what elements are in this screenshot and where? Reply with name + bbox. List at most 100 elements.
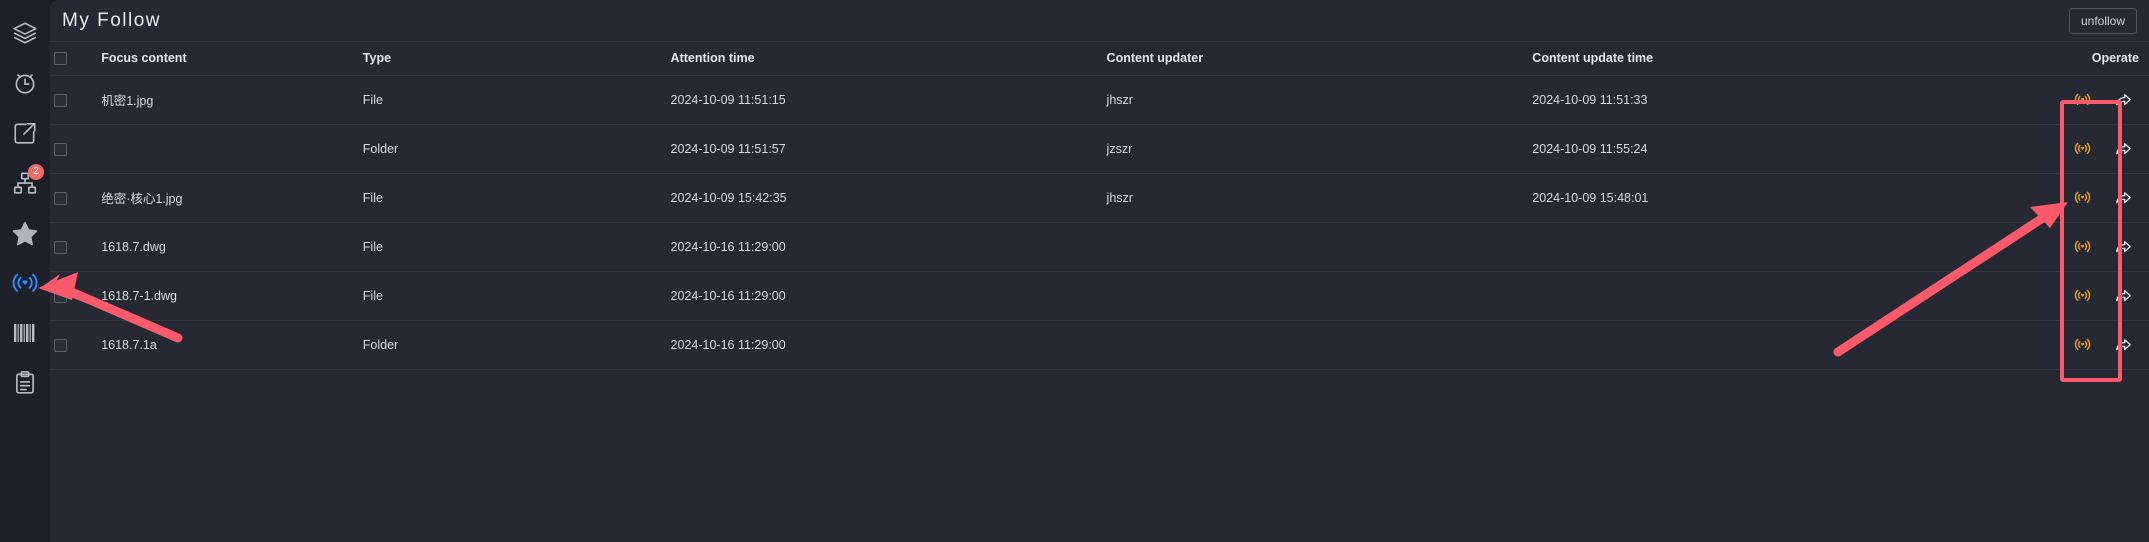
row-select-cell [50,173,98,223]
page-topbar: My Follow unfollow [50,0,2149,42]
row-share-icon[interactable] [2114,286,2133,305]
cell-attention-time: 2024-10-16 11:29:00 [666,222,1103,272]
cell-content-updater: jhszr [1102,173,1529,223]
follow-table-container: Focus content Type Attention time Conten… [50,42,2149,542]
sidebar-badge-count: 2 [28,164,44,180]
row-broadcast-icon[interactable] [2073,90,2092,109]
follow-table: Focus content Type Attention time Conten… [50,42,2149,370]
column-header-type[interactable]: Type [358,42,667,76]
row-share-icon[interactable] [2114,335,2133,354]
clipboard-icon [12,370,38,396]
table-body: 机密1.jpg File 2024-10-09 11:51:15 jhszr 2024-… [50,75,2149,370]
application-window: 2 My Follow unfollow Focus content Type … [0,0,2149,542]
cell-content-updater [1102,222,1529,272]
cell-type: File [358,222,667,272]
table-header-row: Focus content Type Attention time Conten… [50,42,2149,76]
row-select-cell [50,222,98,272]
cell-content-update-time: 2024-10-09 15:48:01 [1528,173,1996,223]
cell-content-update-time: 2024-10-09 11:51:33 [1528,75,1996,125]
cell-type: Folder [358,320,667,370]
cell-type: File [358,173,667,223]
cell-attention-time: 2024-10-09 11:51:15 [666,75,1103,125]
cell-attention-time: 2024-10-16 11:29:00 [666,271,1103,321]
cell-content-update-time [1528,271,1996,321]
row-broadcast-icon[interactable] [2073,237,2092,256]
row-broadcast-icon[interactable] [2073,188,2092,207]
broadcast-icon [11,269,39,297]
cell-content-update-time [1528,222,1996,272]
star-icon [11,219,39,247]
column-header-focus-content[interactable]: Focus content [97,42,359,76]
cell-content-updater: jzszr [1102,124,1529,174]
column-header-content-update-time[interactable]: Content update time [1528,42,1996,76]
left-navigation-sidebar: 2 [0,0,50,542]
cell-content-update-time [1528,320,1996,370]
select-all-header [50,42,98,76]
table-row[interactable]: 1618.7-1.dwg File 2024-10-16 11:29:00 [50,271,2149,321]
table-row[interactable]: 1618.7.1a Folder 2024-10-16 11:29:00 [50,320,2149,370]
cell-content-updater [1102,320,1529,370]
share-out-icon [12,120,38,146]
row-broadcast-icon[interactable] [2073,335,2092,354]
row-checkbox[interactable] [54,289,67,303]
row-broadcast-icon[interactable] [2073,139,2092,158]
sidebar-item-log[interactable] [0,358,50,408]
cell-operate [1995,124,2149,174]
cell-attention-time: 2024-10-16 11:29:00 [666,320,1103,370]
sidebar-item-workflow[interactable]: 2 [0,158,50,208]
row-select-cell [50,124,98,174]
cell-focus-content: 1618.7.dwg [97,222,359,272]
cell-focus-content: 1618.7.1a [97,320,359,370]
table-row[interactable]: 绝密·核心1.jpg File 2024-10-09 15:42:35 jhszr 20… [50,173,2149,223]
row-broadcast-icon[interactable] [2073,286,2092,305]
cell-content-update-time: 2024-10-09 11:55:24 [1528,124,1996,174]
column-header-content-updater[interactable]: Content updater [1102,42,1529,76]
cell-type: File [358,75,667,125]
row-checkbox[interactable] [54,240,67,254]
cell-focus-content: 1618.7-1.dwg [97,271,359,321]
cell-attention-time: 2024-10-09 15:42:35 [666,173,1103,223]
sidebar-item-recent[interactable] [0,58,50,108]
row-select-cell [50,320,98,370]
cell-operate [1995,320,2149,370]
cell-focus-content: 绝密·核心1.jpg [97,173,359,223]
row-checkbox[interactable] [54,93,67,107]
cell-type: File [358,271,667,321]
cell-operate [1995,222,2149,272]
cell-operate [1995,75,2149,125]
column-header-operate: Operate [1995,42,2149,76]
sidebar-item-favorites[interactable] [0,208,50,258]
cell-focus-content: 机密1.jpg [97,75,359,125]
row-checkbox[interactable] [54,191,67,205]
cell-content-updater [1102,271,1529,321]
main-content-panel: My Follow unfollow Focus content Type At… [50,0,2149,542]
cell-operate [1995,271,2149,321]
row-share-icon[interactable] [2114,90,2133,109]
table-row[interactable]: 1618.7.dwg File 2024-10-16 11:29:00 [50,222,2149,272]
barcode-icon [12,322,38,344]
clock-icon [12,70,38,96]
row-checkbox[interactable] [54,142,67,156]
cell-operate [1995,173,2149,223]
page-title: My Follow [62,9,162,31]
sidebar-item-barcode[interactable] [0,308,50,358]
cell-content-updater: jhszr [1102,75,1529,125]
row-share-icon[interactable] [2114,237,2133,256]
row-share-icon[interactable] [2114,139,2133,158]
row-share-icon[interactable] [2114,188,2133,207]
select-all-checkbox[interactable] [54,52,67,66]
cell-focus-content [97,124,359,174]
sidebar-item-my-follow[interactable] [0,258,50,308]
sidebar-item-share[interactable] [0,108,50,158]
row-select-cell [50,271,98,321]
table-header: Focus content Type Attention time Conten… [50,42,2149,76]
cell-attention-time: 2024-10-09 11:51:57 [666,124,1103,174]
row-select-cell [50,75,98,125]
sidebar-item-layers[interactable] [0,8,50,58]
table-row[interactable]: 机密1.jpg File 2024-10-09 11:51:15 jhszr 2024-… [50,75,2149,125]
row-checkbox[interactable] [54,338,67,352]
table-row[interactable]: Folder 2024-10-09 11:51:57 jzszr 2024-10-09… [50,124,2149,174]
unfollow-button[interactable]: unfollow [2068,7,2137,34]
column-header-attention-time[interactable]: Attention time [666,42,1103,76]
cell-type: Folder [358,124,667,174]
